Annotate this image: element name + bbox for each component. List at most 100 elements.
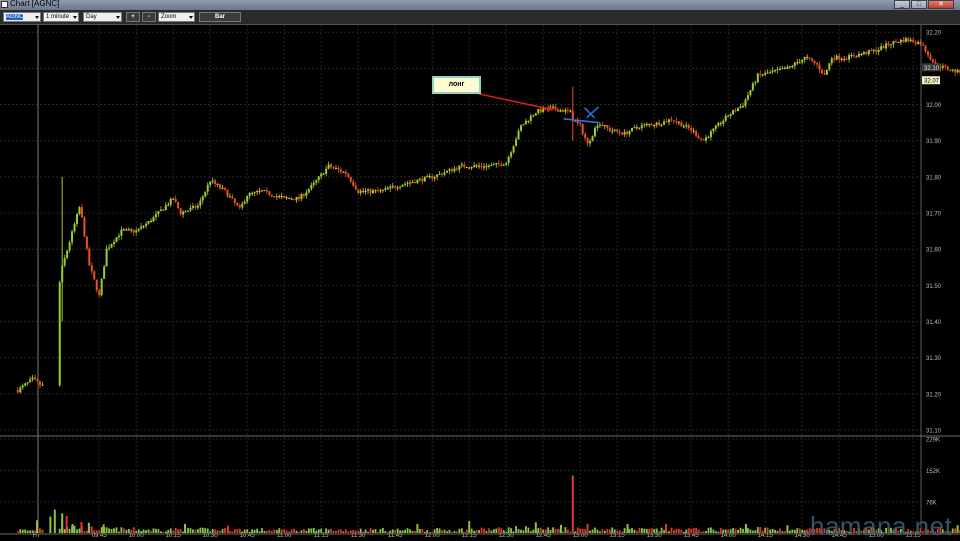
bar-style-button[interactable]: Bar <box>199 12 241 22</box>
volume-bar <box>357 531 360 533</box>
candle-body <box>776 69 779 71</box>
volume-bar <box>288 531 291 533</box>
candle-body <box>413 182 416 184</box>
candle-body <box>857 53 860 57</box>
candle-body <box>779 69 781 71</box>
volume-bar <box>495 528 498 533</box>
volume-bar <box>305 530 308 533</box>
candle-body <box>394 186 397 188</box>
candle-body <box>744 99 747 107</box>
candle-body <box>791 66 794 68</box>
candle-body <box>174 199 177 203</box>
volume-spike-bar <box>65 515 68 533</box>
volume-bar <box>127 528 130 533</box>
candle-body <box>591 136 594 142</box>
candle-body <box>922 44 925 46</box>
zoom-in-button[interactable]: + <box>126 12 140 22</box>
candle-body <box>352 181 355 186</box>
candle-body <box>692 130 695 132</box>
candle-body <box>103 266 106 279</box>
candle-body <box>623 131 626 135</box>
price-axis-label: 32.20 <box>926 31 942 37</box>
volume-bar <box>433 529 436 533</box>
zoom-select[interactable]: Zoom <box>158 12 195 22</box>
minimize-button[interactable]: _ <box>894 0 910 9</box>
candle-body <box>554 106 557 110</box>
candle-body <box>502 164 505 166</box>
candle-body <box>949 69 952 71</box>
volume-bar <box>608 529 611 533</box>
volume-bar <box>132 527 135 533</box>
volume-bar <box>446 531 448 533</box>
close-button[interactable]: ✕ <box>928 0 954 9</box>
volume-bar <box>359 528 362 533</box>
volume-bar <box>749 529 752 533</box>
candle-body <box>771 70 774 72</box>
candle-body <box>339 169 342 172</box>
volume-bar <box>754 530 757 533</box>
candle-body <box>534 113 537 116</box>
volume-bar <box>216 530 219 533</box>
volume-bar <box>475 530 478 533</box>
candle-body <box>100 278 103 296</box>
candle-body <box>468 167 471 169</box>
price-chart[interactable]: 32.20 32.10 32.00 31.90 31.80 31.70 31.60 31.50… <box>0 25 960 540</box>
candle-body <box>759 73 762 75</box>
candle-body <box>796 62 799 64</box>
candle-body <box>899 39 902 43</box>
candle-body <box>727 115 730 117</box>
volume-bar <box>692 528 695 533</box>
volume-bar <box>177 529 180 533</box>
volume-spike-bar <box>534 522 537 533</box>
volume-bar <box>130 529 133 533</box>
candle-body <box>524 120 527 125</box>
candle-body <box>283 196 286 198</box>
candle-body <box>633 127 636 129</box>
symbol-select[interactable]: AGNC <box>3 12 41 22</box>
volume-bar <box>204 528 207 533</box>
volume-bar <box>147 529 150 533</box>
zoom-out-button[interactable]: - <box>142 12 156 22</box>
candle-body <box>527 120 530 122</box>
candle-body <box>875 49 878 53</box>
candle-body <box>95 279 98 291</box>
volume-bar <box>391 529 394 533</box>
candle-body <box>354 185 357 190</box>
volume-bar <box>557 528 559 533</box>
candle-body <box>742 106 744 108</box>
volume-bar <box>258 531 261 533</box>
volume-spike-bar <box>61 513 64 533</box>
candle-body <box>238 205 241 208</box>
candle-body <box>909 39 912 42</box>
candle-body <box>344 171 347 174</box>
volume-bar <box>732 528 735 533</box>
candle-body <box>672 120 675 122</box>
volume-spike-bar <box>665 523 668 533</box>
candle-body <box>675 121 678 123</box>
candle-body <box>653 125 656 127</box>
volume-bar <box>256 528 258 533</box>
candle-body <box>320 173 323 177</box>
candle-body <box>598 124 601 126</box>
volume-bar <box>574 531 577 533</box>
candle-body <box>204 191 207 197</box>
interval-select[interactable]: 1 minute <box>43 12 79 22</box>
range-select[interactable]: Day <box>83 12 122 22</box>
candle-body <box>781 68 784 70</box>
maximize-button[interactable]: □ <box>911 0 927 9</box>
candle-body <box>833 58 836 60</box>
volume-bar <box>137 529 140 533</box>
volume-bar <box>394 530 397 533</box>
volume-bar <box>409 529 411 533</box>
chevron-down-icon <box>116 16 120 19</box>
volume-bar <box>41 529 44 533</box>
candle-body <box>73 224 76 232</box>
volume-bar <box>618 530 621 533</box>
candle-body <box>66 250 69 259</box>
candle-body <box>369 189 372 194</box>
candle-body <box>31 377 34 380</box>
candle-body <box>330 164 333 168</box>
volume-bar <box>463 531 466 533</box>
candle-body <box>793 62 796 67</box>
candle-body <box>446 170 448 173</box>
